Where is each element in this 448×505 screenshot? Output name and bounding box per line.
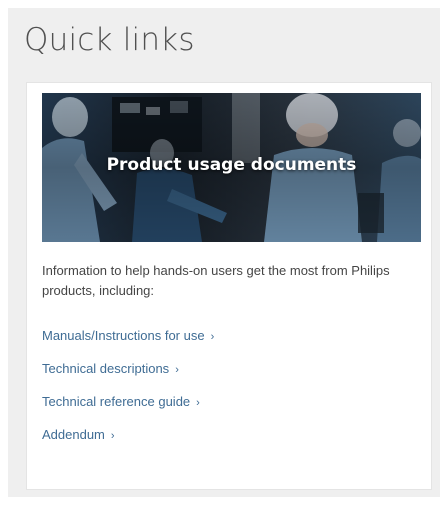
hero-title: Product usage documents [106, 155, 357, 175]
technical-reference-guide-link[interactable]: Technical reference guide › [42, 394, 200, 409]
hero-banner[interactable]: Product usage documents [42, 93, 421, 242]
document-links-list: Manuals/Instructions for use › Technical … [42, 327, 214, 459]
list-item: Technical reference guide › [42, 393, 214, 426]
chevron-right-icon: › [196, 397, 200, 409]
list-item: Manuals/Instructions for use › [42, 327, 214, 360]
list-item: Addendum › [42, 426, 214, 459]
card-description: Information to help hands-on users get t… [42, 263, 390, 298]
manuals-link[interactable]: Manuals/Instructions for use › [42, 328, 214, 343]
chevron-right-icon: › [210, 331, 215, 343]
quick-links-panel: Quick links Product usage documents Info… [8, 8, 440, 497]
list-item: Technical descriptions › [42, 360, 214, 393]
link-label: Technical reference guide [42, 394, 191, 409]
link-label: Technical descriptions [42, 361, 170, 376]
technical-descriptions-link[interactable]: Technical descriptions › [42, 361, 179, 376]
link-label: Manuals/Instructions for use [42, 328, 205, 343]
link-label: Addendum [42, 427, 105, 442]
addendum-link[interactable]: Addendum › [42, 427, 115, 442]
section-title: Quick links [24, 22, 195, 58]
product-usage-card: Product usage documents Information to h… [26, 82, 432, 490]
chevron-right-icon: › [175, 364, 179, 376]
chevron-right-icon: › [110, 430, 115, 442]
